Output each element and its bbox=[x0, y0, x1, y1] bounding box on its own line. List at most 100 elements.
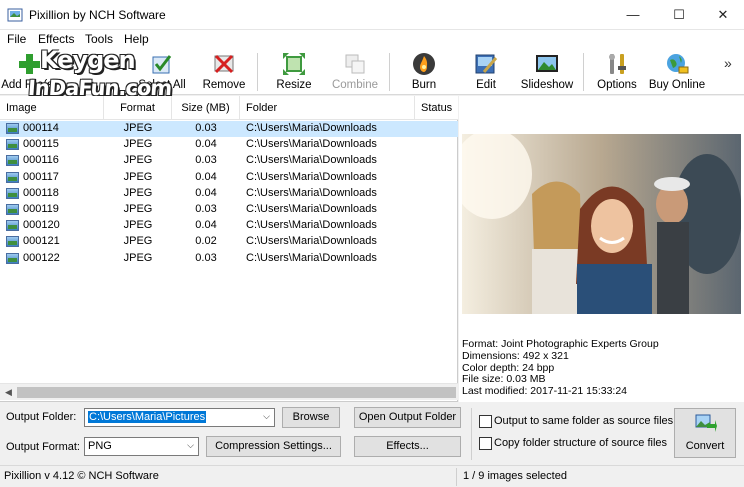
convert-button[interactable]: Convert bbox=[674, 408, 736, 458]
remove-button[interactable]: Remove bbox=[196, 49, 252, 95]
image-thumbnail-icon bbox=[6, 155, 19, 167]
menu-file[interactable]: File bbox=[7, 32, 26, 46]
file-name: 000117 bbox=[23, 170, 59, 183]
output-folder-combobox[interactable]: C:\Users\Maria\Pictures ⌵ bbox=[84, 408, 275, 427]
slideshow-icon bbox=[536, 55, 558, 72]
table-row[interactable]: 000114 JPEG 0.03 C:\Users\Maria\Downloads bbox=[0, 121, 458, 138]
maximize-button[interactable]: ☐ bbox=[656, 0, 702, 30]
table-row[interactable]: 000115 JPEG 0.04 C:\Users\Maria\Downloads bbox=[0, 137, 458, 153]
image-thumbnail-icon bbox=[6, 220, 19, 232]
buy-online-button[interactable]: Buy Online bbox=[646, 49, 708, 95]
file-size: 0.04 bbox=[195, 170, 217, 183]
add-files-button[interactable]: Add File(s) bbox=[0, 49, 58, 95]
open-output-folder-button[interactable]: Open Output Folder bbox=[354, 407, 461, 428]
copy-structure-label: Copy folder structure of source files bbox=[494, 437, 668, 449]
divider bbox=[471, 408, 472, 460]
table-row[interactable]: 000120 JPEG 0.04 C:\Users\Maria\Downloads bbox=[0, 218, 458, 234]
output-format-select[interactable]: PNG ⌵ bbox=[84, 437, 199, 456]
chevron-down-icon[interactable]: ⌵ bbox=[263, 411, 270, 422]
file-size: 0.04 bbox=[195, 138, 217, 151]
toolbar-separator bbox=[389, 53, 390, 91]
meta-dimensions: Dimensions: 492 x 321 bbox=[462, 349, 569, 362]
table-row[interactable]: 000121 JPEG 0.02 C:\Users\Maria\Downloads bbox=[0, 234, 458, 250]
file-folder: C:\Users\Maria\Downloads bbox=[246, 219, 377, 232]
file-list-panel: Image Format Size (MB) Folder Status 000… bbox=[0, 96, 458, 402]
check-icon bbox=[152, 55, 172, 74]
column-image[interactable]: Image bbox=[0, 96, 104, 120]
file-format: JPEG bbox=[123, 235, 153, 248]
file-format: JPEG bbox=[123, 251, 153, 264]
file-name: 000120 bbox=[23, 219, 60, 232]
file-name: 000118 bbox=[23, 186, 59, 199]
scrollbar-thumb[interactable] bbox=[17, 387, 456, 398]
menu-help[interactable]: Help bbox=[124, 32, 149, 46]
selection-count: 1 / 9 images selected bbox=[463, 470, 567, 482]
file-name: 000116 bbox=[23, 154, 59, 167]
edit-icon bbox=[475, 54, 498, 74]
image-thumbnail-icon bbox=[6, 203, 19, 215]
file-format: JPEG bbox=[123, 186, 153, 199]
file-folder: C:\Users\Maria\Downloads bbox=[246, 122, 377, 134]
horizontal-scrollbar[interactable]: ◀ bbox=[0, 383, 458, 400]
toolbar-separator bbox=[257, 53, 258, 91]
table-row[interactable]: 000117 JPEG 0.04 C:\Users\Maria\Downloads bbox=[0, 170, 458, 186]
app-icon bbox=[7, 8, 23, 22]
image-thumbnail-icon bbox=[6, 123, 19, 134]
title-bar: Pixillion by NCH Software — ☐ ✕ bbox=[0, 0, 744, 30]
output-folder-value: C:\Users\Maria\Pictures bbox=[88, 411, 207, 423]
table-row[interactable]: 000118 JPEG 0.04 C:\Users\Maria\Downloads bbox=[0, 186, 458, 202]
column-size[interactable]: Size (MB) bbox=[172, 96, 240, 120]
table-row[interactable]: 000122 JPEG 0.03 C:\Users\Maria\Downloads bbox=[0, 251, 458, 267]
menu-bar: File Effects Tools Help bbox=[0, 30, 744, 49]
output-settings-panel: Output Folder: C:\Users\Maria\Pictures ⌵… bbox=[0, 402, 744, 464]
scroll-left-arrow-icon[interactable]: ◀ bbox=[0, 385, 17, 400]
combine-icon bbox=[345, 54, 365, 74]
same-folder-checkbox[interactable] bbox=[479, 415, 492, 428]
toolbar-overflow-chevron[interactable]: » bbox=[724, 55, 732, 71]
file-rows: 000114 JPEG 0.03 C:\Users\Maria\Downloads 0… bbox=[0, 121, 458, 267]
file-size: 0.03 bbox=[195, 251, 217, 264]
compression-settings-button[interactable]: Compression Settings... bbox=[206, 436, 341, 457]
options-label: Options bbox=[597, 79, 637, 91]
menu-tools[interactable]: Tools bbox=[85, 32, 113, 46]
column-status[interactable]: Status bbox=[415, 96, 458, 120]
chevron-down-icon[interactable]: ⌵ bbox=[187, 440, 194, 451]
options-button[interactable]: Options bbox=[592, 49, 642, 95]
column-format[interactable]: Format bbox=[104, 96, 172, 120]
table-row[interactable]: 000116 JPEG 0.03 C:\Users\Maria\Downloads bbox=[0, 153, 458, 169]
meta-last-modified: Last modified: 2017-11-21 15:33:24 bbox=[462, 385, 628, 398]
file-folder: C:\Users\Maria\Downloads bbox=[246, 154, 377, 167]
table-row[interactable]: 000119 JPEG 0.03 C:\Users\Maria\Downloads bbox=[0, 202, 458, 218]
file-name: 000121 bbox=[23, 235, 60, 248]
column-folder[interactable]: Folder bbox=[240, 96, 415, 120]
output-format-label: Output Format: bbox=[6, 441, 80, 453]
image-metadata: Format: Joint Photographic Experts Group… bbox=[462, 338, 659, 398]
window-title: Pixillion by NCH Software bbox=[29, 8, 166, 22]
close-button[interactable]: ✕ bbox=[700, 0, 744, 30]
slideshow-button[interactable]: Slideshow bbox=[518, 49, 576, 95]
combine-button[interactable]: Combine bbox=[326, 49, 384, 95]
edit-button[interactable]: Edit bbox=[462, 49, 510, 95]
file-size: 0.04 bbox=[195, 219, 217, 232]
burn-label: Burn bbox=[411, 79, 437, 91]
file-name: 000119 bbox=[23, 202, 59, 215]
file-format: JPEG bbox=[123, 170, 153, 183]
menu-effects[interactable]: Effects bbox=[38, 32, 74, 46]
minimize-button[interactable]: — bbox=[610, 0, 656, 30]
convert-icon bbox=[695, 414, 717, 432]
output-folder-label: Output Folder: bbox=[6, 411, 77, 423]
file-name: 000115 bbox=[23, 138, 59, 151]
file-format: JPEG bbox=[123, 154, 153, 167]
file-folder: C:\Users\Maria\Downloads bbox=[246, 235, 377, 248]
file-format: JPEG bbox=[123, 202, 153, 215]
select-all-label: Select All bbox=[138, 79, 186, 91]
copy-structure-checkbox[interactable] bbox=[479, 437, 492, 450]
file-folder: C:\Users\Maria\Downloads bbox=[246, 138, 377, 151]
select-all-button[interactable]: Select All bbox=[130, 49, 194, 95]
image-thumbnail-icon bbox=[6, 236, 19, 248]
file-size: 0.02 bbox=[195, 235, 217, 248]
effects-button[interactable]: Effects... bbox=[354, 436, 461, 457]
browse-button[interactable]: Browse bbox=[282, 407, 340, 428]
burn-button[interactable]: Burn bbox=[400, 49, 448, 95]
resize-button[interactable]: Resize bbox=[268, 49, 320, 95]
